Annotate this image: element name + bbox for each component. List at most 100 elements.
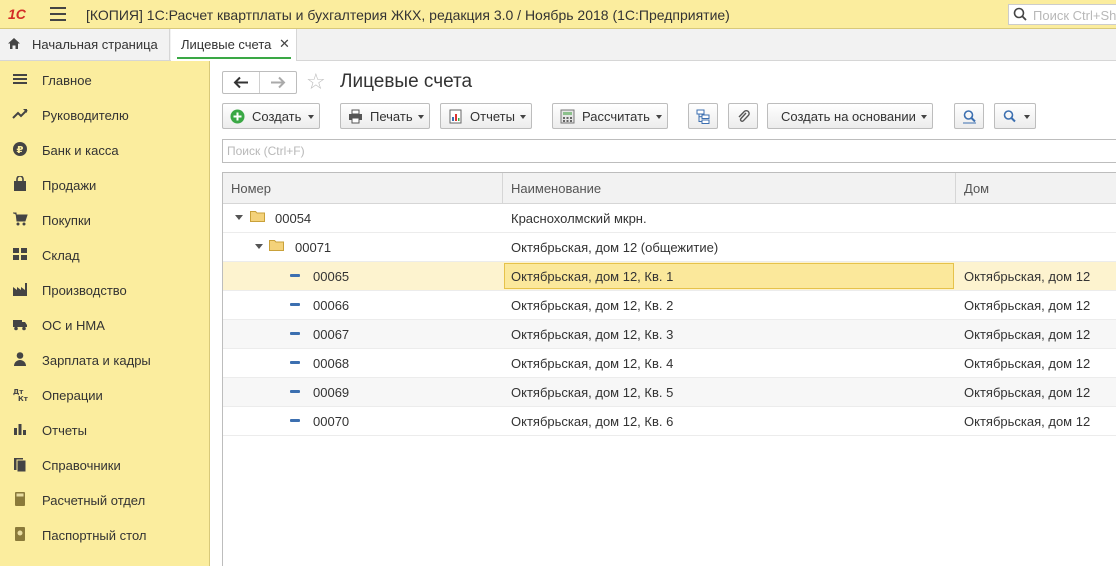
bar-chart-icon <box>14 424 26 435</box>
find-button[interactable] <box>954 103 984 129</box>
chevron-down-icon <box>520 115 526 119</box>
warehouse-icon <box>13 248 27 260</box>
item-icon <box>290 390 300 393</box>
active-tab-indicator <box>177 57 291 59</box>
sidebar-item-fixed-assets[interactable]: ОС и НМА <box>0 307 209 342</box>
sidebar-item-passport-office[interactable]: Паспортный стол <box>0 517 209 552</box>
folder-icon <box>250 211 265 222</box>
cell-number: 00054 <box>275 211 312 226</box>
sidebar-item-main[interactable]: Главное <box>0 62 209 97</box>
table-row[interactable]: 00070 Октябрьская, дом 12, Кв. 6 Октябрь… <box>223 407 1116 436</box>
cell-number: 00066 <box>313 298 350 313</box>
reports-button[interactable]: Отчеты <box>440 103 532 129</box>
calculator-icon <box>15 492 25 506</box>
forward-button[interactable] <box>260 72 296 93</box>
cell-house: Октябрьская, дом 12 <box>964 327 1091 342</box>
item-icon <box>290 361 300 364</box>
sidebar-item-label: Руководителю <box>42 108 129 123</box>
column-header-house[interactable]: Дом <box>956 173 1116 204</box>
chevron-down-icon <box>656 115 662 119</box>
sidebar-item-purchases[interactable]: Покупки <box>0 202 209 237</box>
print-button-label: Печать <box>370 109 413 124</box>
column-header-number[interactable]: Номер <box>223 173 503 204</box>
favorite-star-icon[interactable]: ☆ <box>306 69 326 95</box>
cell-name: Октябрьская, дом 12, Кв. 3 <box>511 327 674 342</box>
accounts-table: Номер Наименование Дом 00054 Краснохолмс… <box>222 172 1116 566</box>
chevron-down-icon <box>921 115 927 119</box>
cell-name: Октябрьская, дом 12, Кв. 5 <box>511 385 674 400</box>
print-button[interactable]: Печать <box>340 103 430 129</box>
table-row-selected[interactable]: 00065 Октябрьская, дом 12, Кв. 1 Октябрь… <box>223 262 1116 291</box>
close-icon[interactable]: ✕ <box>279 36 290 52</box>
table-row[interactable]: 00068 Октябрьская, дом 12, Кв. 4 Октябрь… <box>223 349 1116 378</box>
passport-icon <box>15 527 25 541</box>
paperclip-icon <box>738 109 750 122</box>
collapse-toggle-icon[interactable] <box>235 215 243 220</box>
calculate-button[interactable]: Рассчитать <box>552 103 668 129</box>
global-search-placeholder: Поиск Ctrl+Shift+F <box>1033 8 1116 23</box>
sidebar-item-billing[interactable]: Расчетный отдел <box>0 482 209 517</box>
global-search-input[interactable]: Поиск Ctrl+Shift+F <box>1008 4 1116 25</box>
sidebar-item-warehouse[interactable]: Склад <box>0 237 209 272</box>
trend-icon <box>12 109 28 119</box>
back-button[interactable] <box>223 72 260 93</box>
svg-text:₽: ₽ <box>17 145 24 156</box>
svg-text:Кт: Кт <box>18 395 28 402</box>
attach-button[interactable] <box>728 103 758 129</box>
sidebar-item-salary[interactable]: Зарплата и кадры <box>0 342 209 377</box>
bag-icon <box>14 176 26 191</box>
column-header-label: Номер <box>231 181 272 196</box>
sidebar-item-label: Банк и касса <box>42 143 119 158</box>
create-based-on-button[interactable]: Создать на основании <box>767 103 933 129</box>
sidebar-item-production[interactable]: Производство <box>0 272 209 307</box>
search-options-button[interactable] <box>994 103 1036 129</box>
sidebar-item-reports[interactable]: Отчеты <box>0 412 209 447</box>
sidebar-item-label: Производство <box>42 283 127 298</box>
main-menu-icon[interactable] <box>50 7 66 21</box>
calculate-button-label: Рассчитать <box>582 109 650 124</box>
table-row[interactable]: 00066 Октябрьская, дом 12, Кв. 2 Октябрь… <box>223 291 1116 320</box>
cell-name: Октябрьская, дом 12, Кв. 6 <box>511 414 674 429</box>
window-title: [КОПИЯ] 1С:Расчет квартплаты и бухгалтер… <box>86 7 730 23</box>
column-header-label: Наименование <box>511 181 602 196</box>
folder-icon <box>269 240 284 251</box>
hierarchy-icon <box>696 109 710 124</box>
tab-home[interactable]: Начальная страница <box>0 29 170 60</box>
home-icon <box>8 38 20 49</box>
chevron-down-icon <box>418 115 424 119</box>
sidebar-item-label: Операции <box>42 388 103 403</box>
table-row[interactable]: 00054 Краснохолмский мкрн. <box>223 204 1116 233</box>
sidebar-item-bank[interactable]: ₽ Банк и касса <box>0 132 209 167</box>
tab-accounts-label: Лицевые счета <box>181 37 272 52</box>
cell-name: Октябрьская, дом 12 (общежитие) <box>511 240 719 255</box>
column-header-name[interactable]: Наименование <box>503 173 956 204</box>
sidebar-item-sales[interactable]: Продажи <box>0 167 209 202</box>
cell-number: 00067 <box>313 327 350 342</box>
list-search-placeholder: Поиск (Ctrl+F) <box>227 144 305 158</box>
cell-name: Октябрьская, дом 12, Кв. 4 <box>511 356 674 371</box>
sidebar-item-label: Расчетный отдел <box>42 493 146 508</box>
table-header: Номер Наименование Дом <box>223 173 1116 204</box>
sidebar-item-label: Зарплата и кадры <box>42 353 151 368</box>
factory-icon <box>13 283 27 296</box>
table-row[interactable]: 00067 Октябрьская, дом 12, Кв. 3 Октябрь… <box>223 320 1116 349</box>
history-nav <box>222 71 297 94</box>
list-search-input[interactable]: Поиск (Ctrl+F) <box>222 139 1116 163</box>
table-row[interactable]: 00069 Октябрьская, дом 12, Кв. 5 Октябрь… <box>223 378 1116 407</box>
sidebar-item-label: Покупки <box>42 213 91 228</box>
printer-icon <box>349 109 362 124</box>
table-row[interactable]: 00071 Октябрьская, дом 12 (общежитие) <box>223 233 1116 262</box>
create-button[interactable]: Создать <box>222 103 320 129</box>
main-content: ☆ Лицевые счета Создать Печать Отчеты Ра… <box>210 61 1116 566</box>
sidebar-item-catalogs[interactable]: Справочники <box>0 447 209 482</box>
tab-home-label: Начальная страница <box>32 37 158 52</box>
sidebar-item-label: ОС и НМА <box>42 318 105 333</box>
hierarchy-button[interactable] <box>688 103 718 129</box>
cell-name: Краснохолмский мкрн. <box>511 211 647 226</box>
tab-accounts[interactable]: Лицевые счета ✕ <box>171 29 297 61</box>
sidebar-item-manager[interactable]: Руководителю <box>0 97 209 132</box>
sidebar-item-operations[interactable]: Дт Кт Операции <box>0 377 209 412</box>
collapse-toggle-icon[interactable] <box>255 244 263 249</box>
sidebar: Главное Руководителю ₽ Банк и касса Прод… <box>0 61 210 566</box>
books-icon <box>14 458 27 472</box>
